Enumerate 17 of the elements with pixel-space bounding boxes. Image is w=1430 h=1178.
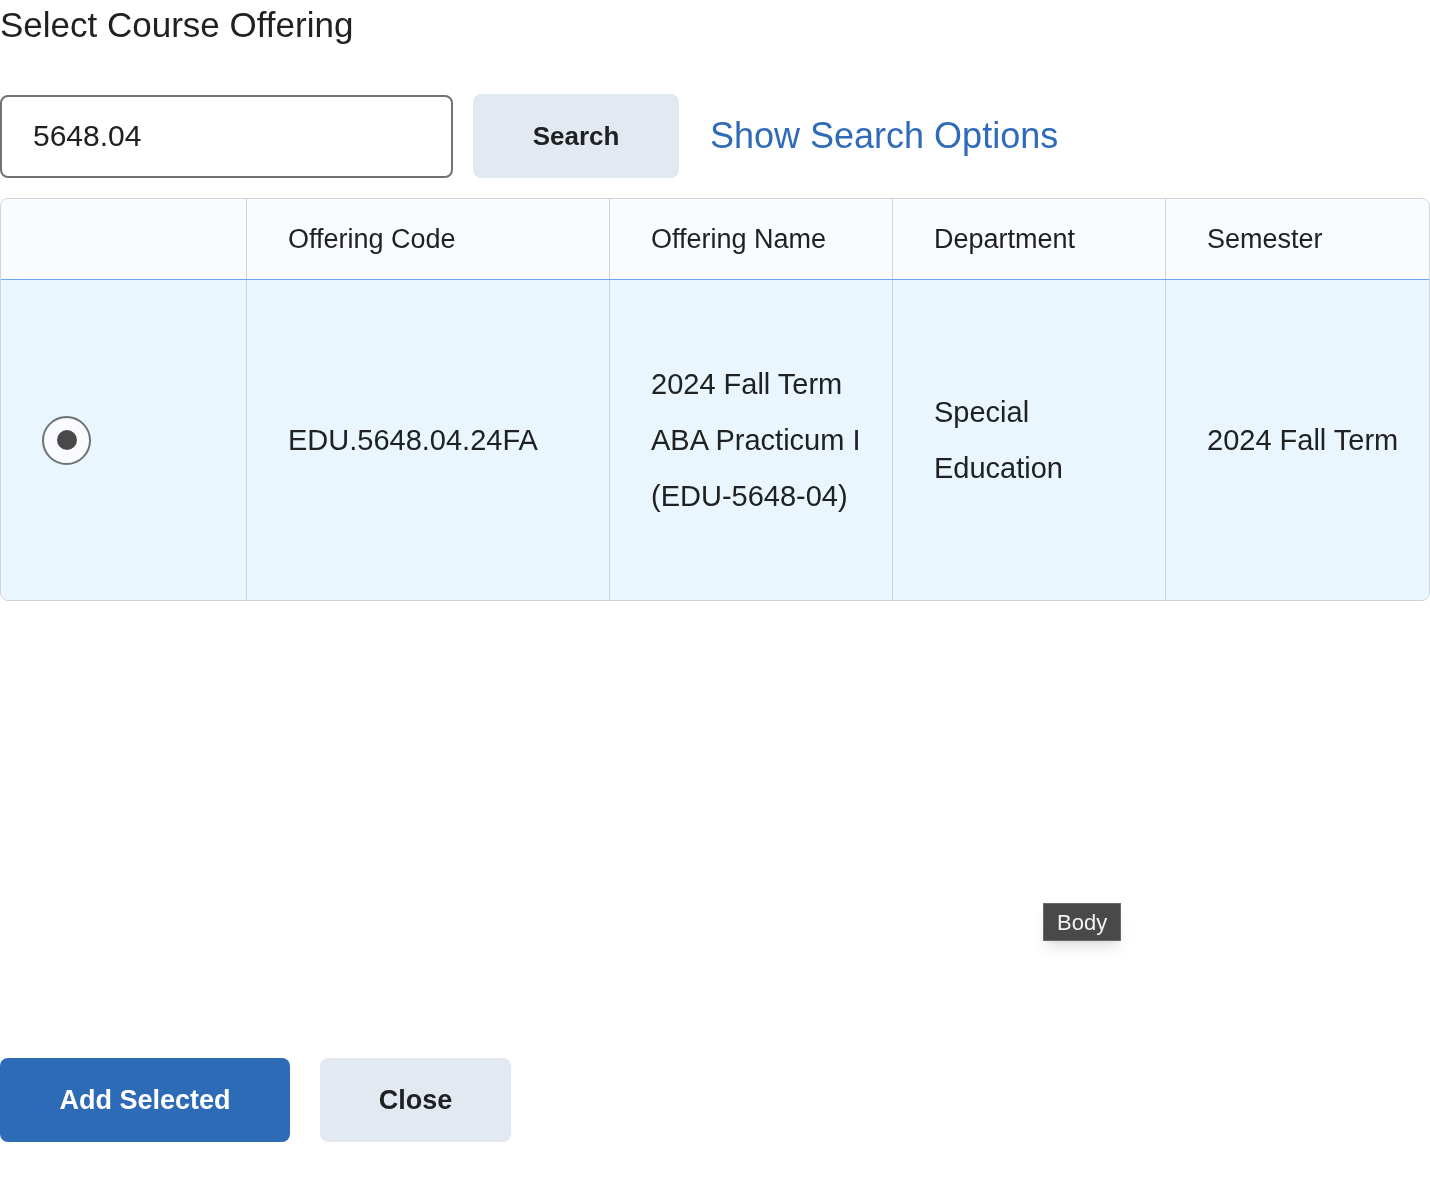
search-field[interactable]: 5648.04: [0, 94, 453, 178]
table-cell-text: 2024 Fall Term ABA Practicum I (EDU-5648-04): [651, 367, 862, 514]
close-button[interactable]: Close: [320, 1058, 511, 1142]
table-cell-text: EDU.5648.04.24FA: [288, 423, 538, 458]
column-header: Offering Name: [651, 222, 827, 256]
tooltip: Body: [1043, 903, 1122, 941]
add-selected-button[interactable]: Add Selected: [0, 1058, 290, 1142]
column-header: Semester: [1207, 222, 1323, 256]
column-header: Offering Code: [288, 222, 456, 256]
column-header: Department: [934, 222, 1076, 256]
radio-button[interactable]: [42, 415, 91, 465]
table-cell-text: Special Education: [934, 395, 1064, 486]
table-row[interactable]: EDU.5648.04.24FA 2024 Fall Term ABA Practicum I (EDU-5648-04) Special Education 2024 Fall Term: [1, 280, 1429, 600]
dialog-title: Select Course Offering: [0, 4, 354, 46]
show-search-options-link[interactable]: Show Search Options: [710, 109, 1059, 163]
table-cell-text: 2024 Fall Term: [1207, 423, 1399, 458]
search-button[interactable]: Search: [473, 94, 679, 178]
